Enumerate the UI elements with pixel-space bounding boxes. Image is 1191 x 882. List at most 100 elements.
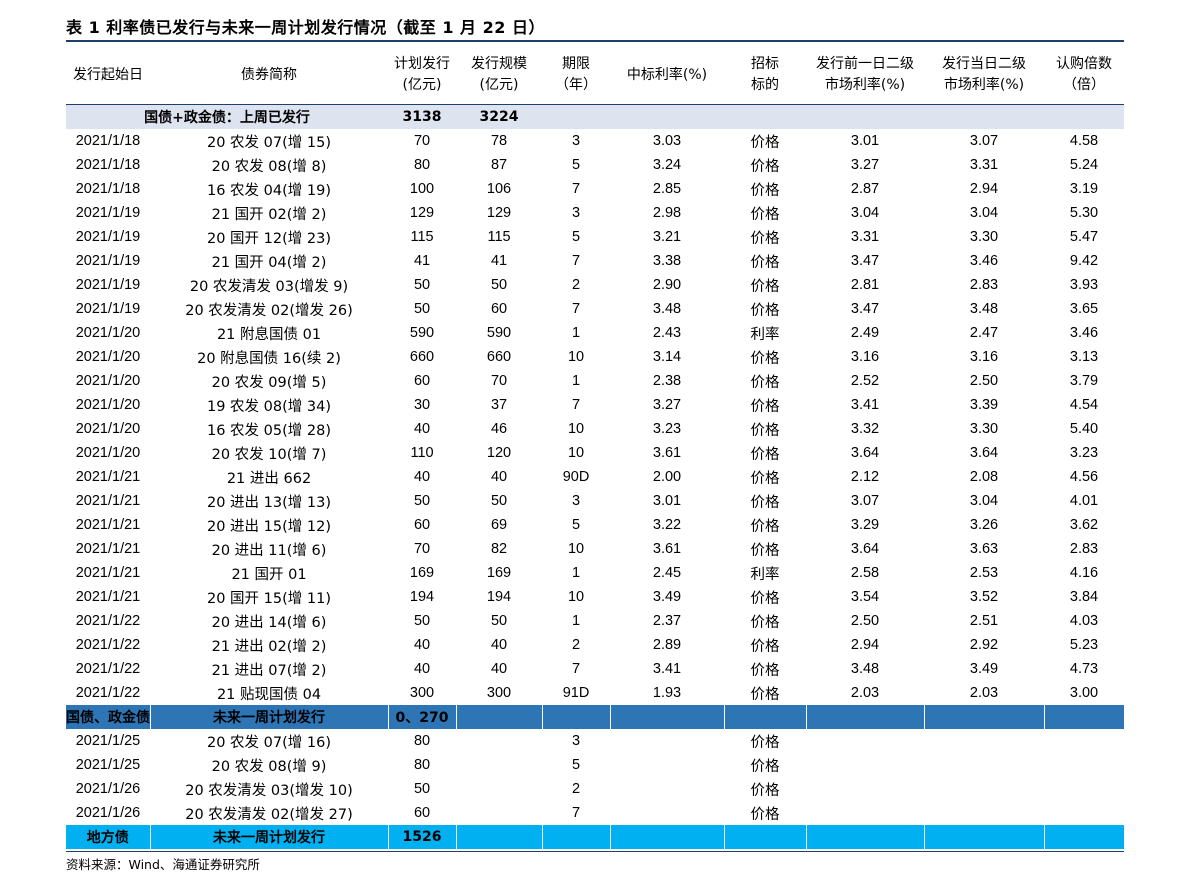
table-row: 2021/1/25 20 农发 07(增 16) 80 3 价格 xyxy=(66,729,1124,753)
cell-bond-name: 20 农发 08(增 9) xyxy=(211,758,327,775)
cell-bond-name: 20 进出 15(增 12) xyxy=(207,518,331,535)
cell-planned-amount: 40 xyxy=(413,661,431,677)
cell-same-day-rate: 3.30 xyxy=(969,421,999,437)
cell-start-date: 2021/1/20 xyxy=(75,349,141,365)
table-row: 2021/1/20 19 农发 08(增 34) 30 37 7 3.27 价格 3.41 3.… xyxy=(66,393,1124,417)
table-row: 2021/1/20 20 附息国债 16(续 2) 660 660 10 3.14 价格 3.… xyxy=(66,345,1124,369)
cell-start-date: 2021/1/19 xyxy=(75,229,141,245)
table-row: 2021/1/22 21 进出 02(增 2) 40 40 2 2.89 价格 2.94 2.9… xyxy=(66,633,1124,657)
cell-prev-day-rate: 3.31 xyxy=(850,229,880,245)
cell-planned-amount: 129 xyxy=(409,205,435,221)
cell-prev-day-rate xyxy=(806,753,924,777)
cell-subscription-ratio: 4.73 xyxy=(1069,661,1099,677)
cell-winning-rate: 2.85 xyxy=(652,181,682,197)
cell-issued-amount: 106 xyxy=(486,181,512,197)
cell-prev-day-rate: 3.41 xyxy=(850,397,880,413)
cell-same-day-rate: 2.83 xyxy=(969,277,999,293)
table-row: 2021/1/25 20 农发 08(增 9) 80 5 价格 xyxy=(66,753,1124,777)
cell-planned-amount: 60 xyxy=(413,805,431,821)
header-bid-target: 招标 标的 xyxy=(751,56,779,93)
cell-winning-rate: 3.21 xyxy=(652,229,682,245)
cell-winning-rate: 3.24 xyxy=(652,157,682,173)
cell-subscription-ratio: 4.16 xyxy=(1069,565,1099,581)
cell-issued-amount: 115 xyxy=(487,229,511,245)
cell-subscription-ratio: 3.93 xyxy=(1069,277,1099,293)
cell-start-date: 2021/1/21 xyxy=(75,589,141,605)
cell-same-day-rate: 3.48 xyxy=(969,301,999,317)
cell-bond-name: 21 贴现国债 04 xyxy=(216,686,322,703)
cell-start-date: 2021/1/18 xyxy=(75,133,141,149)
cell-term: 7 xyxy=(571,661,581,677)
table-row: 2021/1/19 20 农发清发 03(增发 9) 50 50 2 2.90 价格 2.81… xyxy=(66,273,1124,297)
cell-prev-day-rate: 3.04 xyxy=(850,205,880,221)
cell-prev-day-rate: 3.47 xyxy=(850,301,880,317)
cell-same-day-rate: 3.46 xyxy=(969,253,999,269)
section-row-last-week: 国债+政金债：上周已发行 3138 3224 xyxy=(66,105,1125,129)
cell-planned-amount: 40 xyxy=(413,469,431,485)
bottom-rule xyxy=(66,851,1124,852)
cell-subscription-ratio xyxy=(1044,777,1124,801)
cell-bid-target: 价格 xyxy=(750,230,780,247)
table-row: 2021/1/18 16 农发 04(增 19) 100 106 7 2.85 价格 2.87… xyxy=(66,177,1124,201)
cell-start-date: 2021/1/22 xyxy=(75,613,141,629)
cell-same-day-rate xyxy=(924,777,1044,801)
cell-prev-day-rate: 3.07 xyxy=(850,493,880,509)
table-row: 2021/1/20 16 农发 05(增 28) 40 46 10 3.23 价格 3.32 3… xyxy=(66,417,1124,441)
cell-winning-rate: 3.22 xyxy=(652,517,682,533)
cell-subscription-ratio: 3.46 xyxy=(1069,325,1099,341)
cell-issued-amount: 46 xyxy=(490,421,508,437)
cell-winning-rate: 3.01 xyxy=(652,493,682,509)
cell-start-date: 2021/1/21 xyxy=(75,541,141,557)
cell-winning-rate: 2.00 xyxy=(652,469,682,485)
cell-bid-target: 价格 xyxy=(750,422,780,439)
cell-same-day-rate: 3.31 xyxy=(969,157,999,173)
cell-prev-day-rate: 2.03 xyxy=(850,685,880,701)
cell-bid-target: 价格 xyxy=(750,278,780,295)
header-planned: 计划发行 (亿元) xyxy=(394,56,450,93)
cell-issued-amount: 129 xyxy=(486,205,512,221)
header-bond-name: 债券简称 xyxy=(241,66,297,83)
cell-bond-name: 20 农发 07(增 15) xyxy=(207,134,331,151)
section-label: 国债+政金债：上周已发行 xyxy=(66,105,389,129)
table-row: 2021/1/21 20 进出 15(增 12) 60 69 5 3.22 价格 3.29 3.… xyxy=(66,513,1124,537)
cell-issued-amount: 87 xyxy=(490,157,508,173)
cell-start-date: 2021/1/20 xyxy=(75,373,141,389)
cell-issued-amount xyxy=(456,777,542,801)
cell-prev-day-rate: 3.54 xyxy=(850,589,880,605)
bond-issuance-table: 国债+政金债：上周已发行 3138 3224 2021/1/18 20 农发 07… xyxy=(66,105,1125,849)
cell-same-day-rate: 2.92 xyxy=(969,637,999,653)
table-row: 2021/1/19 21 国开 04(增 2) 41 41 7 3.38 价格 3.47 3.4… xyxy=(66,249,1124,273)
section-empty-cell xyxy=(610,825,725,849)
header-prev-day-rate: 发行前一日二级 市场利率(%) xyxy=(816,56,914,93)
cell-bid-target: 价格 xyxy=(750,758,780,775)
cell-bond-name: 20 国开 15(增 11) xyxy=(207,590,331,607)
cell-term: 10 xyxy=(567,541,585,557)
header-term: 期限 （年） xyxy=(555,56,597,93)
cell-winning-rate xyxy=(610,777,724,801)
cell-bid-target: 价格 xyxy=(750,158,780,175)
cell-bid-target: 价格 xyxy=(750,542,780,559)
cell-subscription-ratio: 3.23 xyxy=(1069,445,1099,461)
cell-subscription-ratio: 5.24 xyxy=(1069,157,1099,173)
cell-bond-name: 20 农发 10(增 7) xyxy=(211,446,327,463)
cell-prev-day-rate: 2.87 xyxy=(850,181,880,197)
cell-prev-day-rate: 2.81 xyxy=(850,277,880,293)
table-row: 2021/1/18 20 农发 07(增 15) 70 78 3 3.03 价格 3.01 3.… xyxy=(66,129,1124,153)
cell-prev-day-rate: 3.16 xyxy=(850,349,880,365)
cell-same-day-rate xyxy=(924,729,1044,753)
cell-issued-amount: 300 xyxy=(486,685,512,701)
cell-winning-rate: 3.14 xyxy=(652,349,682,365)
cell-same-day-rate: 2.50 xyxy=(969,373,999,389)
cell-issued-amount: 169 xyxy=(486,565,512,581)
cell-same-day-rate: 3.63 xyxy=(969,541,999,557)
cell-same-day-rate: 3.04 xyxy=(969,205,999,221)
cell-subscription-ratio: 4.54 xyxy=(1069,397,1099,413)
table-row: 2021/1/21 20 进出 11(增 6) 70 82 10 3.61 价格 3.64 3.… xyxy=(66,537,1124,561)
cell-bond-name: 20 农发 09(增 5) xyxy=(211,374,327,391)
cell-start-date: 2021/1/25 xyxy=(75,757,141,773)
cell-winning-rate: 2.37 xyxy=(652,613,682,629)
cell-subscription-ratio: 4.56 xyxy=(1069,469,1099,485)
cell-bond-name: 16 农发 04(增 19) xyxy=(207,182,331,199)
cell-subscription-ratio: 9.42 xyxy=(1069,253,1099,269)
cell-term: 7 xyxy=(571,301,581,317)
